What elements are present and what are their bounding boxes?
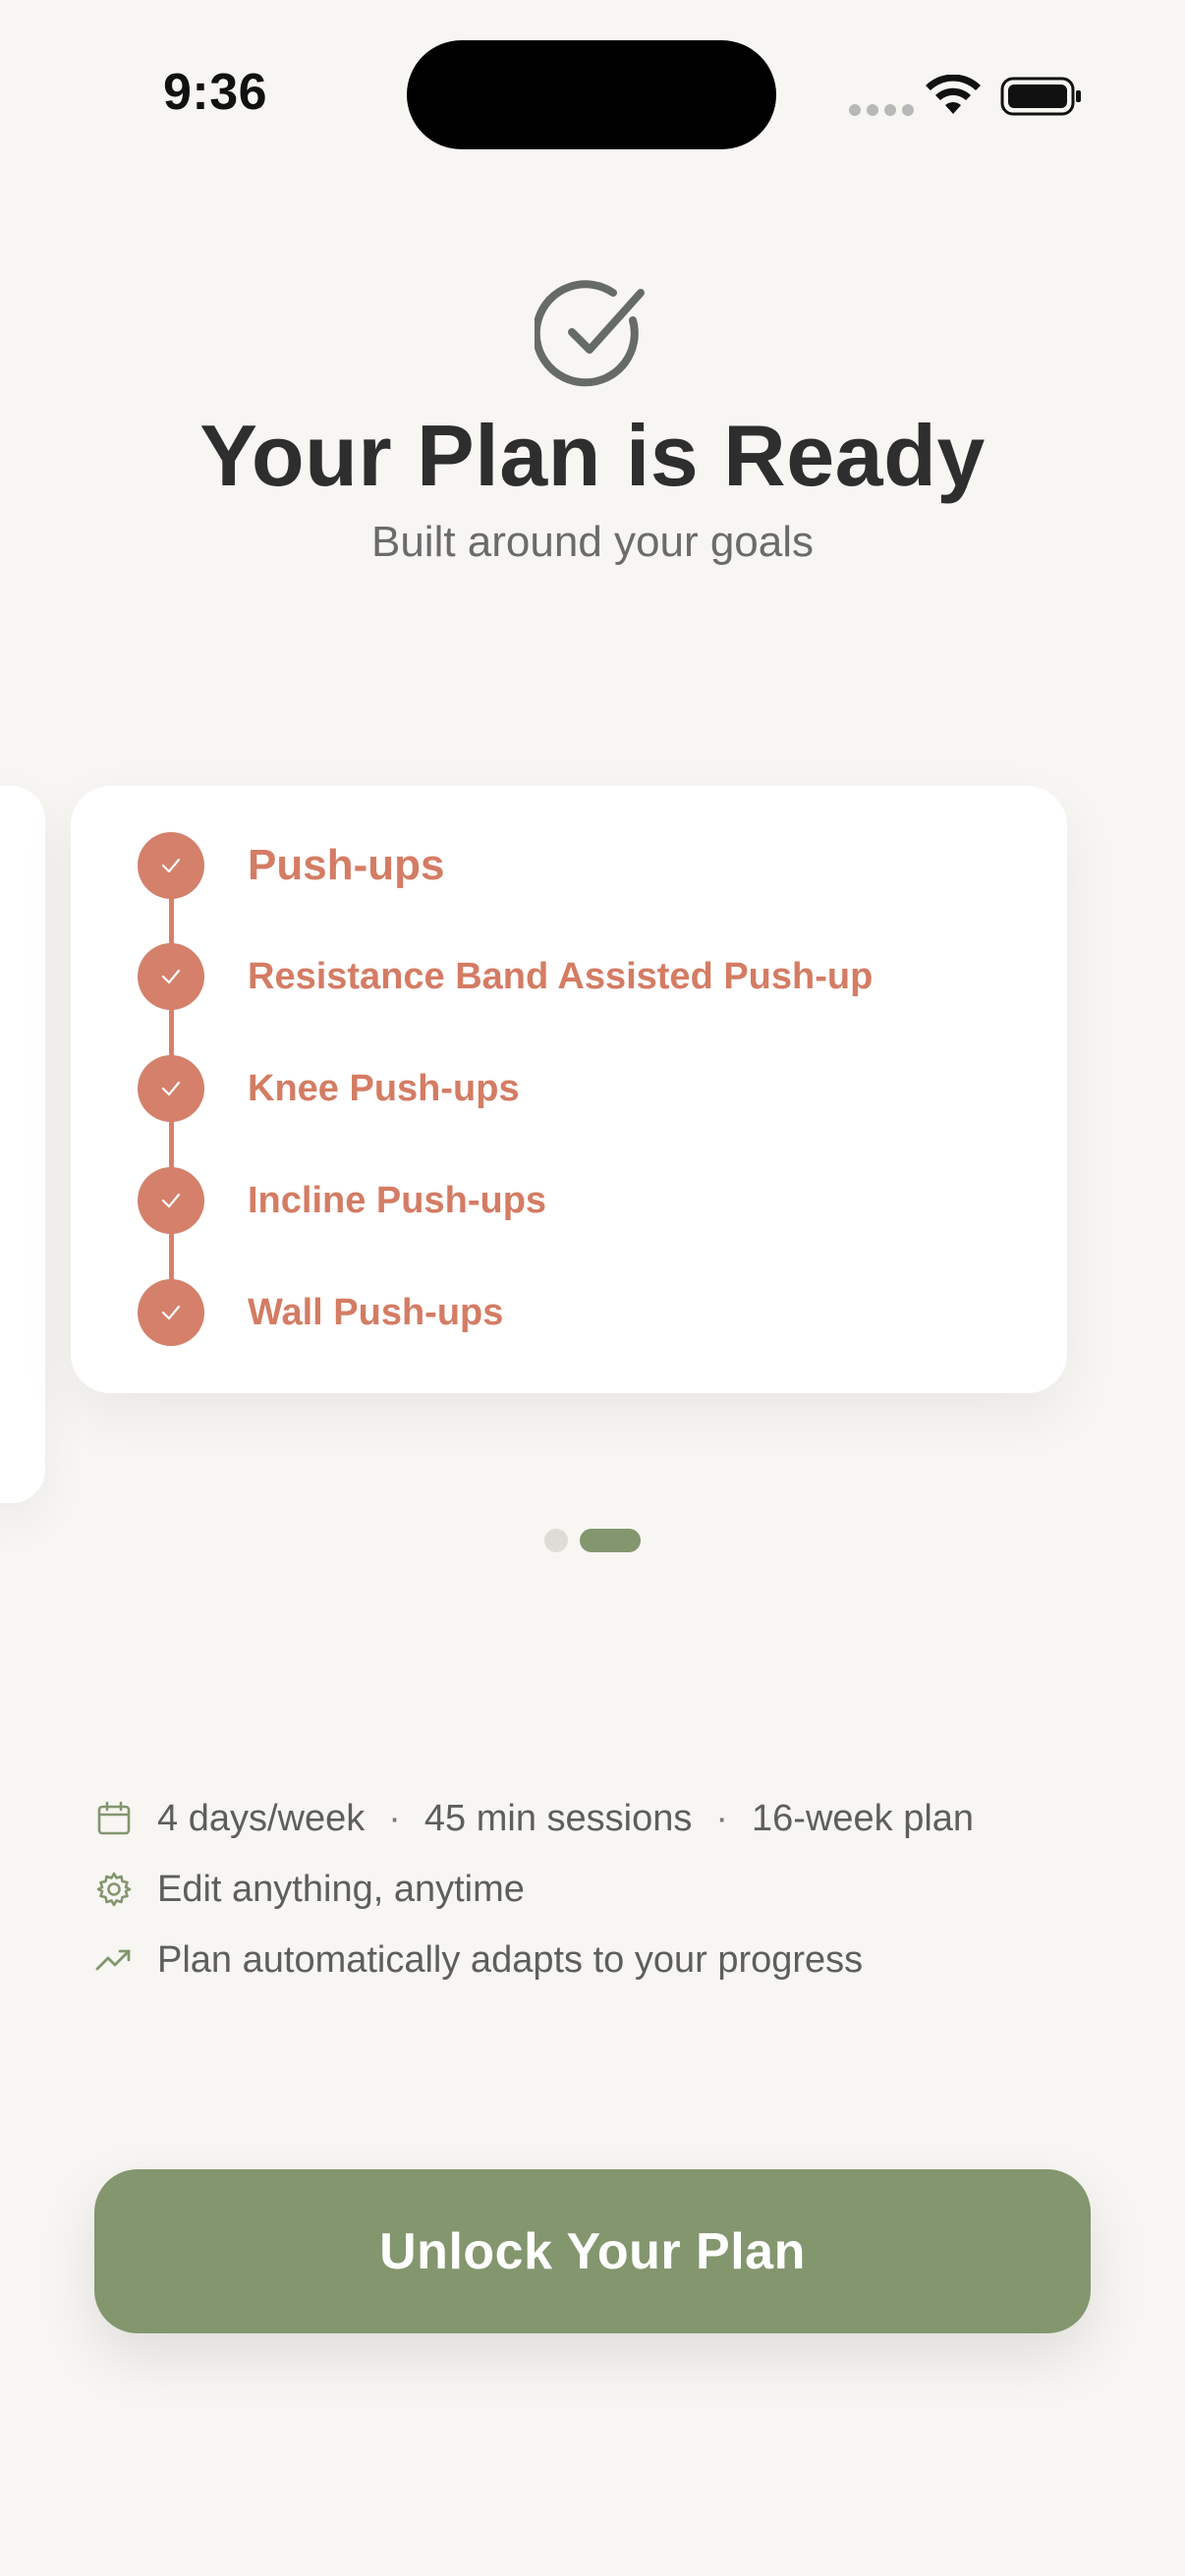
exercise-item: Resistance Band Assisted Push-up (138, 943, 873, 1010)
carousel-pagination (544, 1529, 641, 1552)
exercise-item: Push-ups (138, 832, 444, 899)
feature-schedule-text: 4 days/week · 45 min sessions · 16-week plan (157, 1798, 974, 1840)
page-title: Your Plan is Ready (199, 407, 986, 504)
feature-adapt: Plan automatically adapts to your progre… (94, 1925, 1097, 1995)
check-circle-icon (535, 280, 645, 387)
exercise-label: Incline Push-ups (248, 1179, 547, 1221)
schedule-days: 4 days/week (157, 1797, 366, 1839)
status-time: 9:36 (163, 64, 268, 121)
exercise-item: Wall Push-ups (138, 1279, 503, 1346)
check-icon (138, 1279, 204, 1346)
unlock-plan-button[interactable]: Unlock Your Plan (94, 2169, 1091, 2333)
dynamic-island (407, 40, 776, 149)
check-icon (138, 1167, 204, 1234)
plan-carousel[interactable]: Push-ups Resistance Band Assisted Push-u… (0, 786, 1185, 1503)
check-icon (138, 1055, 204, 1122)
feature-schedule: 4 days/week · 45 min sessions · 16-week plan (94, 1783, 1097, 1854)
wifi-icon (926, 75, 981, 114)
exercise-item: Incline Push-ups (138, 1167, 546, 1234)
exercise-label: Push-ups (248, 841, 445, 889)
page-subtitle: Built around your goals (370, 517, 815, 566)
check-icon (138, 943, 204, 1010)
exercise-label: Resistance Band Assisted Push-up (248, 955, 874, 997)
exercise-label: Knee Push-ups (248, 1067, 520, 1109)
separator: · (715, 1797, 729, 1839)
cellular-signal-icon (849, 104, 914, 116)
feature-edit-text: Edit anything, anytime (157, 1868, 525, 1910)
page-dot-1[interactable] (544, 1529, 568, 1552)
status-bar: 9:36 (0, 0, 1185, 187)
header: Your Plan is Ready Built around your goa… (0, 275, 1185, 567)
schedule-length: 16-week plan (752, 1797, 975, 1839)
exercise-label: Wall Push-ups (248, 1291, 504, 1333)
battery-icon (1000, 77, 1081, 116)
feature-adapt-text: Plan automatically adapts to your progre… (157, 1938, 864, 1981)
calendar-icon (97, 1801, 131, 1835)
exercise-progression-card[interactable]: Push-ups Resistance Band Assisted Push-u… (71, 786, 1067, 1393)
check-icon (138, 832, 204, 899)
feature-edit: Edit anything, anytime (94, 1854, 1097, 1925)
trending-up-icon (95, 1949, 131, 1971)
separator: · (388, 1797, 401, 1839)
exercise-item: Knee Push-ups (138, 1055, 520, 1122)
previous-card[interactable] (0, 786, 45, 1503)
page-dot-2-active[interactable] (580, 1529, 641, 1552)
plan-features: 4 days/week · 45 min sessions · 16-week plan… (94, 1783, 1097, 1995)
schedule-duration: 45 min sessions (423, 1797, 693, 1839)
gear-icon (96, 1872, 132, 1907)
